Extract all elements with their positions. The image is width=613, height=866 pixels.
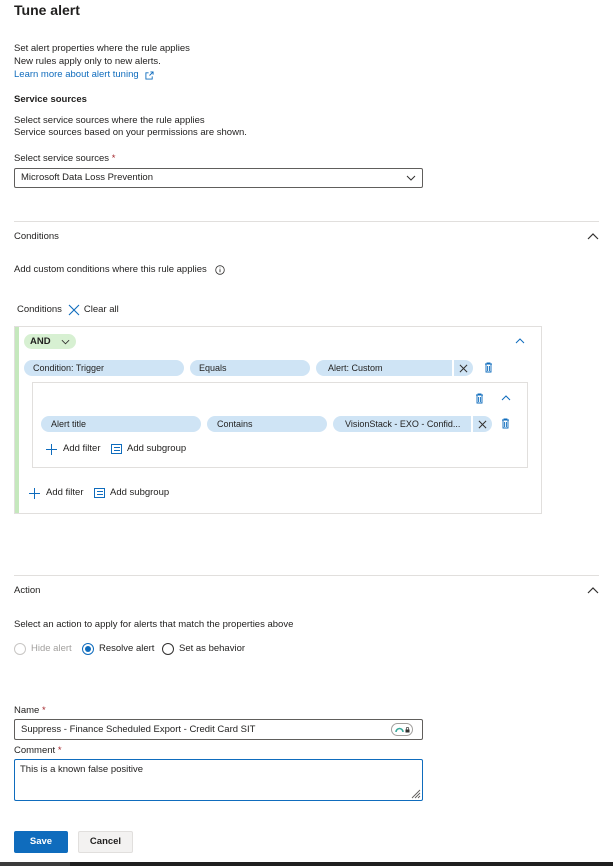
plus-icon bbox=[46, 443, 57, 455]
radio-circle bbox=[14, 643, 26, 656]
subgroup-add-filter-button[interactable]: Add filter bbox=[46, 443, 101, 456]
clear-all-button[interactable]: Clear all bbox=[68, 304, 119, 317]
remove-subgroup-value-button[interactable] bbox=[472, 416, 492, 432]
comment-label: Comment * bbox=[14, 745, 62, 758]
radio-label: Resolve alert bbox=[99, 643, 155, 654]
comment-label-text: Comment bbox=[14, 745, 56, 756]
required-mark: * bbox=[57, 745, 62, 756]
conditions-desc-text: Add custom conditions where this rule ap… bbox=[14, 264, 207, 275]
chevron-up-icon[interactable] bbox=[587, 232, 599, 240]
select-sources-label-text: Select service sources bbox=[14, 153, 110, 164]
add-filter-label: Add filter bbox=[46, 487, 84, 498]
remove-value-button[interactable] bbox=[453, 360, 473, 376]
add-subgroup-icon bbox=[111, 444, 122, 455]
plus-icon bbox=[29, 487, 40, 499]
radio-hide-alert[interactable]: Hide alert bbox=[14, 643, 72, 656]
radio-label: Set as behavior bbox=[179, 643, 246, 654]
add-subgroup-icon bbox=[94, 488, 105, 499]
external-link-icon bbox=[145, 71, 154, 80]
password-manager-icon[interactable] bbox=[391, 723, 413, 736]
radio-set-as-behavior[interactable]: Set as behavior bbox=[162, 643, 245, 656]
divider bbox=[14, 221, 599, 222]
name-label: Name * bbox=[14, 705, 46, 718]
collapse-subgroup-icon[interactable] bbox=[501, 394, 511, 401]
comment-value: This is a known false positive bbox=[20, 764, 144, 775]
key-icon bbox=[394, 727, 404, 733]
action-heading: Action bbox=[14, 585, 41, 596]
name-input[interactable]: Suppress - Finance Scheduled Export - Cr… bbox=[14, 719, 423, 740]
add-filter-label: Add filter bbox=[63, 443, 101, 454]
condition-operator-pill[interactable]: Equals bbox=[190, 360, 310, 376]
condition-value-pill[interactable]: Alert: Custom bbox=[316, 360, 452, 376]
learn-more-link[interactable]: Learn more about alert tuning bbox=[14, 69, 154, 82]
add-subgroup-button[interactable]: Add subgroup bbox=[94, 487, 169, 500]
close-icon bbox=[68, 304, 80, 316]
service-sources-heading: Service sources bbox=[14, 94, 87, 105]
page-title: Tune alert bbox=[14, 2, 80, 18]
resize-handle-icon[interactable] bbox=[409, 787, 421, 799]
radio-resolve-alert[interactable]: Resolve alert bbox=[82, 643, 154, 656]
delete-icon[interactable] bbox=[501, 418, 510, 429]
add-subgroup-label: Add subgroup bbox=[127, 443, 187, 454]
conditions-label: Conditions bbox=[17, 304, 62, 315]
info-icon[interactable] bbox=[215, 265, 225, 275]
subgroup-operator-pill[interactable]: Contains bbox=[207, 416, 327, 432]
required-mark: * bbox=[111, 153, 116, 164]
learn-more-label: Learn more about alert tuning bbox=[14, 69, 139, 80]
save-button[interactable]: Save bbox=[14, 831, 68, 853]
clear-all-label: Clear all bbox=[83, 304, 119, 315]
radio-circle bbox=[82, 643, 94, 656]
subgroup-value-pill[interactable]: VisionStack - EXO - Confid... bbox=[333, 416, 471, 432]
delete-subgroup-icon[interactable] bbox=[475, 393, 484, 404]
service-sources-dropdown[interactable]: Microsoft Data Loss Prevention bbox=[14, 168, 423, 188]
delete-icon[interactable] bbox=[484, 362, 493, 373]
conditions-heading: Conditions bbox=[14, 231, 59, 242]
service-sources-desc1: Select service sources where the rule ap… bbox=[14, 115, 205, 126]
close-icon bbox=[459, 364, 468, 372]
and-label: AND bbox=[30, 336, 51, 347]
conditions-desc: Add custom conditions where this rule ap… bbox=[14, 264, 225, 277]
collapse-group-icon[interactable] bbox=[515, 337, 525, 344]
bottom-edge-bar bbox=[0, 862, 613, 866]
radio-label: Hide alert bbox=[31, 643, 72, 654]
comment-textarea[interactable]: This is a known false positive bbox=[14, 759, 423, 801]
lock-icon bbox=[405, 726, 409, 732]
chevron-up-icon[interactable] bbox=[587, 586, 599, 594]
radio-circle bbox=[162, 643, 174, 656]
name-label-text: Name bbox=[14, 705, 40, 716]
select-sources-label: Select service sources * bbox=[14, 153, 115, 166]
condition-field-pill[interactable]: Condition: Trigger bbox=[24, 360, 184, 376]
name-value: Suppress - Finance Scheduled Export - Cr… bbox=[21, 724, 256, 735]
divider bbox=[14, 575, 599, 576]
and-group-bar bbox=[15, 327, 19, 513]
close-icon bbox=[478, 420, 487, 428]
add-filter-button[interactable]: Add filter bbox=[29, 487, 84, 500]
add-subgroup-label: Add subgroup bbox=[110, 487, 170, 498]
action-desc: Select an action to apply for alerts tha… bbox=[14, 619, 294, 630]
intro-line1: Set alert properties where the rule appl… bbox=[14, 43, 190, 54]
chevron-down-icon bbox=[61, 339, 70, 344]
chevron-down-icon bbox=[406, 175, 416, 181]
and-operator-dropdown[interactable]: AND bbox=[24, 334, 76, 349]
cancel-button[interactable]: Cancel bbox=[78, 831, 133, 853]
intro-line2: New rules apply only to new alerts. bbox=[14, 56, 161, 67]
subgroup-field-pill[interactable]: Alert title bbox=[41, 416, 201, 432]
subgroup-add-subgroup-button[interactable]: Add subgroup bbox=[111, 443, 186, 456]
conditions-toolbar: Conditions Clear all bbox=[17, 304, 119, 317]
service-sources-desc2: Service sources based on your permission… bbox=[14, 127, 247, 138]
required-mark: * bbox=[41, 705, 46, 716]
bottom-edge-segment bbox=[0, 862, 70, 866]
service-sources-value: Microsoft Data Loss Prevention bbox=[21, 172, 154, 183]
